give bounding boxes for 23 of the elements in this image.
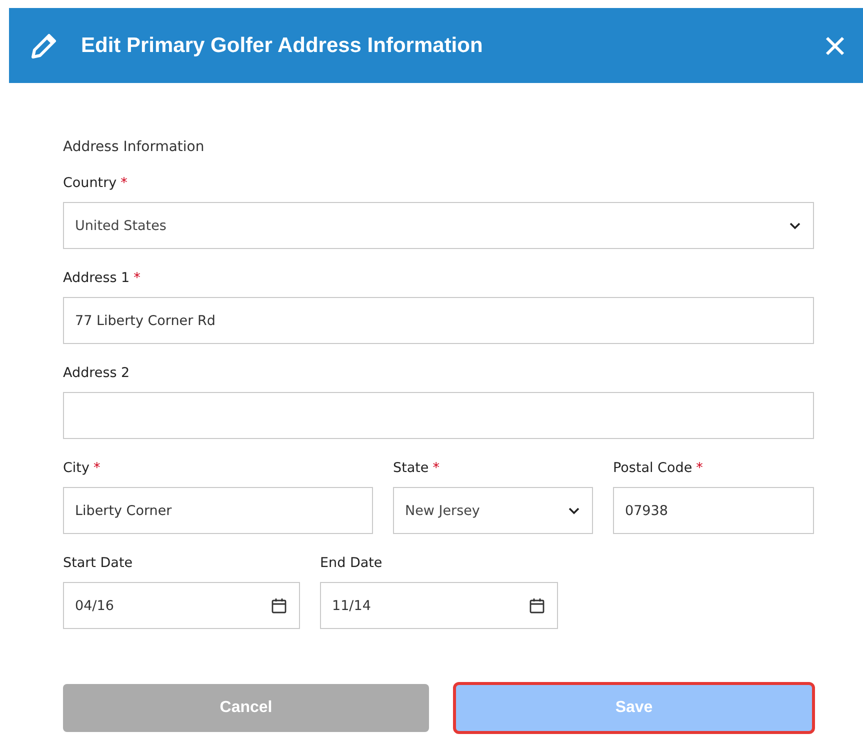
field-label: End Date xyxy=(320,554,384,573)
field-label: City * xyxy=(63,459,102,478)
field-label: Address 1 * xyxy=(63,269,142,288)
field-label: Address 2 xyxy=(63,364,131,383)
select-field[interactable]: United States xyxy=(63,202,814,249)
field-label: Country * xyxy=(63,174,128,193)
input-field[interactable] xyxy=(63,392,814,439)
chevron-down-icon xyxy=(789,222,801,230)
input-field[interactable]: 77 Liberty Corner Rd xyxy=(63,297,814,344)
section-title: Address Information xyxy=(63,139,206,155)
field-label: Start Date xyxy=(63,554,134,573)
calendar-icon xyxy=(271,598,287,614)
dialog-title: Edit Primary Golfer Address Information xyxy=(81,34,484,58)
field-label: Postal Code * xyxy=(613,459,704,478)
chevron-down-icon xyxy=(568,506,580,514)
date-field[interactable]: 11/14 xyxy=(320,582,558,629)
field-label: State * xyxy=(393,459,440,478)
select-field[interactable]: New Jersey xyxy=(393,487,593,534)
date-field[interactable]: 04/16 xyxy=(63,582,300,629)
input-field[interactable]: 07938 xyxy=(613,487,814,534)
calendar-icon xyxy=(529,598,545,614)
input-field[interactable]: Liberty Corner xyxy=(63,487,373,534)
close-icon[interactable] xyxy=(825,36,845,56)
